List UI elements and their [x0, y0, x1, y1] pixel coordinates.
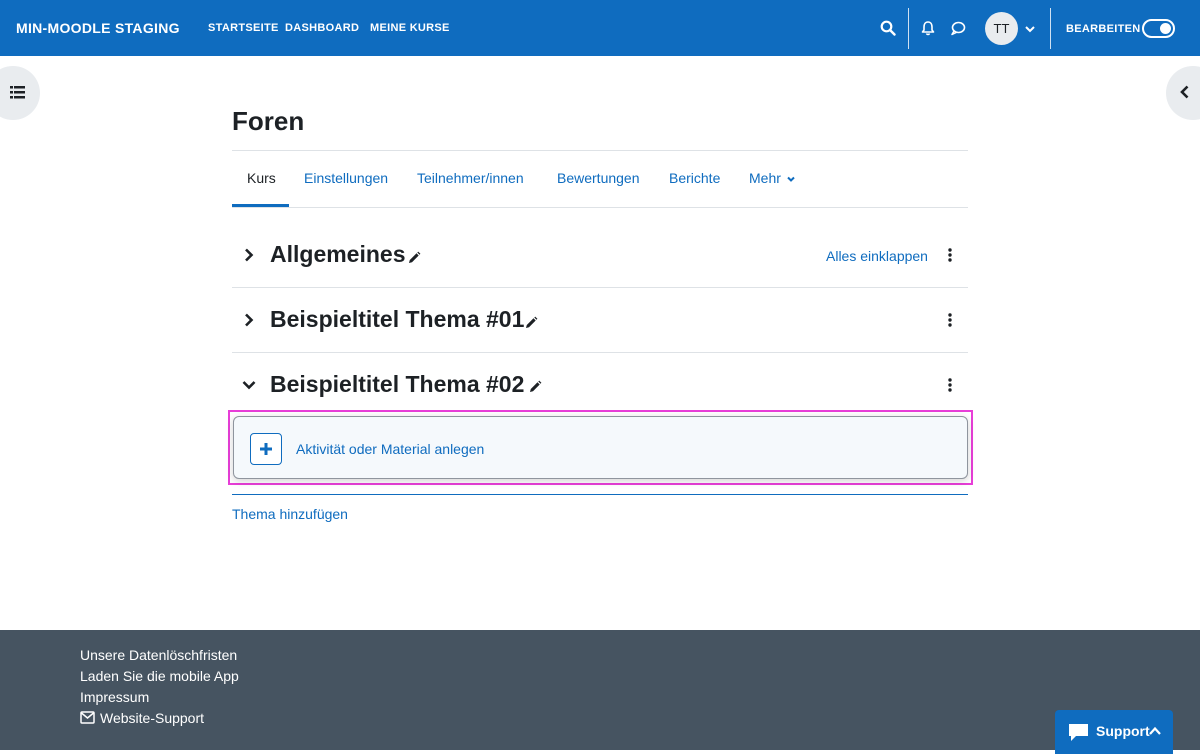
edit-mode-toggle[interactable] — [1142, 19, 1175, 38]
section-title-thema-02[interactable]: Beispieltitel Thema #02 — [270, 371, 524, 398]
tab-berichte[interactable]: Berichte — [669, 170, 720, 186]
support-label: Support — [1096, 723, 1150, 739]
tab-teilnehmer[interactable]: Teilnehmer/innen — [417, 170, 524, 186]
tab-mehr-label: Mehr — [749, 170, 781, 186]
chevron-left-icon — [1180, 85, 1189, 99]
section-title-thema-01[interactable]: Beispieltitel Thema #01 — [270, 306, 524, 333]
chevron-right-icon[interactable] — [241, 247, 257, 263]
website-support-label: Website-Support — [100, 710, 205, 726]
add-topic-link[interactable]: Thema hinzufügen — [232, 506, 348, 522]
pencil-icon[interactable] — [407, 251, 421, 265]
footer-link-website-support[interactable]: Website-Support — [80, 710, 204, 726]
divider — [232, 207, 968, 208]
chat-bubble-icon — [1069, 724, 1088, 741]
tab-mehr[interactable]: Mehr — [749, 170, 796, 186]
chevron-down-icon[interactable] — [241, 377, 257, 393]
edit-mode-label: BEARBEITEN — [1066, 23, 1141, 35]
block-drawer-toggle[interactable] — [1166, 66, 1200, 120]
list-icon — [10, 86, 25, 99]
tab-einstellungen[interactable]: Einstellungen — [304, 170, 388, 186]
pencil-icon[interactable] — [524, 316, 538, 330]
envelope-icon — [80, 711, 95, 724]
page-title: Foren — [232, 106, 305, 136]
divider — [232, 287, 968, 288]
pencil-icon[interactable] — [528, 380, 542, 394]
plus-icon — [250, 433, 282, 465]
more-actions-icon[interactable] — [944, 247, 956, 263]
navbar-divider — [1050, 8, 1051, 49]
chevron-right-icon[interactable] — [241, 312, 257, 328]
course-index-drawer-toggle[interactable] — [0, 66, 40, 120]
footer-link-impressum[interactable]: Impressum — [80, 689, 149, 705]
more-actions-icon[interactable] — [944, 377, 956, 393]
chevron-up-icon — [1149, 726, 1161, 735]
search-icon[interactable] — [880, 20, 896, 36]
section-title-allgemeines[interactable]: Allgemeines — [270, 241, 406, 268]
support-button[interactable]: Support — [1055, 710, 1173, 754]
toggle-knob — [1160, 23, 1171, 34]
top-navbar: MIN-MOODLE STAGING STARTSEITE DASHBOARD … — [0, 0, 1200, 56]
more-actions-icon[interactable] — [944, 312, 956, 328]
message-icon[interactable] — [950, 20, 966, 36]
navbar-divider — [908, 8, 909, 49]
bell-icon[interactable] — [920, 20, 936, 36]
chevron-down-icon[interactable] — [1022, 21, 1038, 37]
nav-link-meine-kurse[interactable]: MEINE KURSE — [370, 22, 450, 34]
collapse-all-link[interactable]: Alles einklappen — [826, 248, 928, 264]
page-footer: Unsere Datenlöschfristen Laden Sie die m… — [0, 630, 1200, 750]
site-brand[interactable]: MIN-MOODLE STAGING — [16, 20, 180, 36]
section-end-line — [232, 494, 968, 495]
nav-link-dashboard[interactable]: DASHBOARD — [285, 22, 359, 34]
divider — [232, 352, 968, 353]
tab-kurs[interactable]: Kurs — [247, 170, 276, 186]
chevron-down-icon — [787, 177, 795, 183]
tab-bewertungen[interactable]: Bewertungen — [557, 170, 640, 186]
nav-link-startseite[interactable]: STARTSEITE — [208, 22, 279, 34]
footer-link-mobile-app[interactable]: Laden Sie die mobile App — [80, 668, 239, 684]
add-activity-label: Aktivität oder Material anlegen — [296, 441, 485, 457]
add-activity-button[interactable]: Aktivität oder Material anlegen — [233, 416, 968, 479]
user-avatar[interactable]: TT — [985, 12, 1018, 45]
footer-link-datenloeschfristen[interactable]: Unsere Datenlöschfristen — [80, 647, 237, 663]
divider — [232, 150, 968, 151]
